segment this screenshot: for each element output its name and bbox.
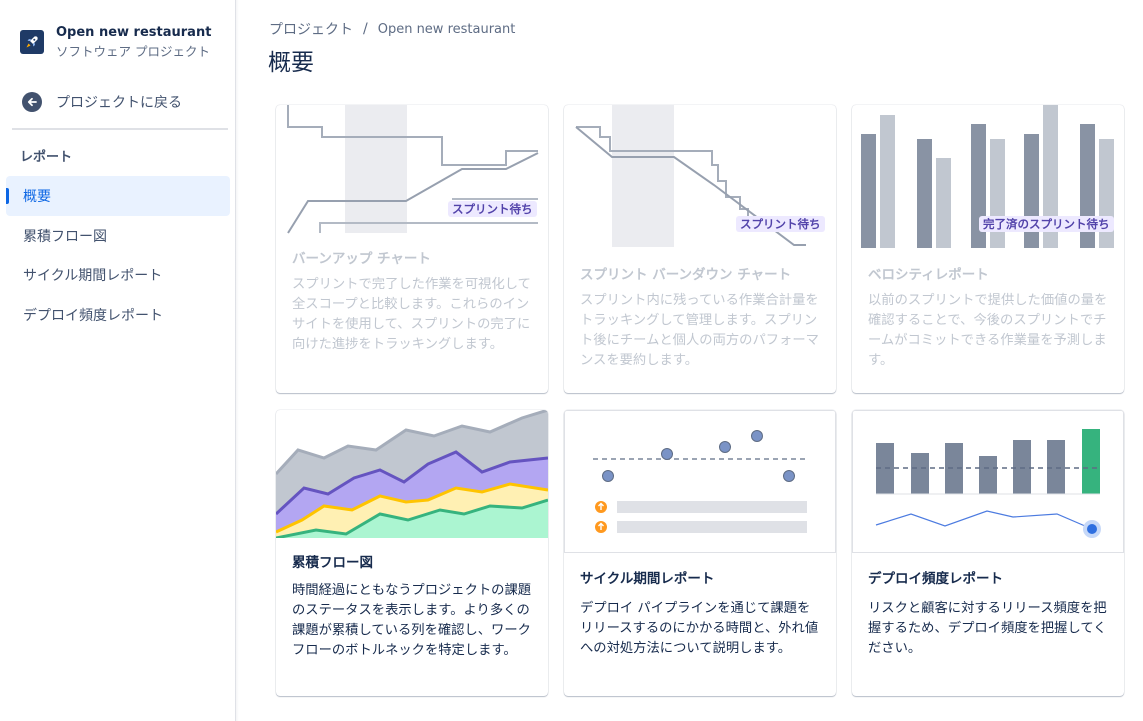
velocity-illustration: 完了済のスプリント待ち [852,105,1124,265]
report-card-velocity[interactable]: 完了済のスプリント待ち ベロシティレポート 以前のスプリントで提供した価値の量を… [852,105,1124,393]
sidebar-item-label: 累積フロー図 [23,229,107,245]
card-title: サイクル期間レポート [580,571,715,587]
sidebar-item-deployment-frequency[interactable]: デプロイ頻度レポート [6,295,230,335]
project-type: ソフトウェア プロジェクト [56,44,210,59]
sidebar-item-overview[interactable]: 概要 [6,176,230,216]
back-to-projects-link[interactable]: プロジェクトに戻る [22,92,182,112]
page-title: 概要 [268,50,314,76]
report-card-burnup[interactable]: スプリント待ち バーンアップ チャート スプリントで完了した作業を可視化して全ス… [276,105,548,393]
back-link-label: プロジェクトに戻る [56,95,182,111]
burnup-illustration: スプリント待ち [276,105,548,249]
breadcrumb-separator: / [363,21,368,37]
cumulative-flow-illustration [276,410,548,538]
card-title: デプロイ頻度レポート [868,571,1003,587]
breadcrumb-projects[interactable]: プロジェクト [269,19,353,39]
arrow-left-circle-icon [22,92,42,112]
cycle-time-illustration [564,410,836,553]
card-title: バーンアップ チャート [292,251,431,267]
rocket-icon [20,30,44,54]
card-description: デプロイ パイプラインを通じて課題をリリースするのにかかる時間と、外れ値への対処… [580,601,819,656]
card-title: 累積フロー図 [292,555,373,571]
burndown-illustration: スプリント待ち [564,105,836,265]
card-title: スプリント バーンダウン チャート [580,267,792,283]
breadcrumb-project[interactable]: Open new restaurant [378,22,516,37]
sidebar: Open new restaurant ソフトウェア プロジェクト プロジェクト… [0,0,236,721]
sidebar-item-label: 概要 [23,189,51,205]
report-card-cumulative-flow[interactable]: 累積フロー図 時間経過にともなうプロジェクトの課題のステータスを表示します。より… [276,410,548,696]
status-lozenge: スプリント待ち [736,216,825,232]
sidebar-item-cycle-time[interactable]: サイクル期間レポート [6,255,230,295]
report-card-sprint-burndown[interactable]: スプリント待ち スプリント バーンダウン チャート スプリント内に残っている作業… [564,105,836,393]
sidebar-divider [12,128,228,130]
card-title: ベロシティレポート [868,267,989,283]
report-card-cycle-time[interactable]: サイクル期間レポート デプロイ パイプラインを通じて課題をリリースするのにかかる… [564,410,836,696]
card-description: リスクと顧客に対するリリース頻度を把握するため、デプロイ頻度を把握してください。 [868,601,1107,656]
card-description: スプリントで完了した作業を可視化して全スコープと比較します。これらのインサイトを… [292,277,531,352]
report-card-deployment-frequency[interactable]: デプロイ頻度レポート リスクと顧客に対するリリース頻度を把握するため、デプロイ頻… [852,410,1124,696]
project-name: Open new restaurant [56,25,212,40]
status-lozenge: 完了済のスプリント待ち [979,216,1114,232]
deployment-frequency-illustration [852,410,1124,553]
breadcrumb: プロジェクト / Open new restaurant [269,19,515,39]
card-description: スプリント内に残っている作業合計量をトラッキングして管理します。スプリント後にチ… [580,293,819,368]
sidebar-item-cumulative-flow[interactable]: 累積フロー図 [6,216,230,256]
project-header: Open new restaurant ソフトウェア プロジェクト [20,24,211,62]
sidebar-section-heading: レポート [20,150,73,165]
status-lozenge: スプリント待ち [448,201,537,217]
sidebar-resize-handle[interactable] [235,0,239,721]
card-description: 時間経過にともなうプロジェクトの課題のステータスを表示します。より多くの課題が累… [292,583,532,658]
sidebar-item-label: サイクル期間レポート [23,268,163,284]
sidebar-item-label: デプロイ頻度レポート [23,308,163,324]
card-description: 以前のスプリントで提供した価値の量を確認することで、今後のスプリントでチームがコ… [868,293,1108,368]
